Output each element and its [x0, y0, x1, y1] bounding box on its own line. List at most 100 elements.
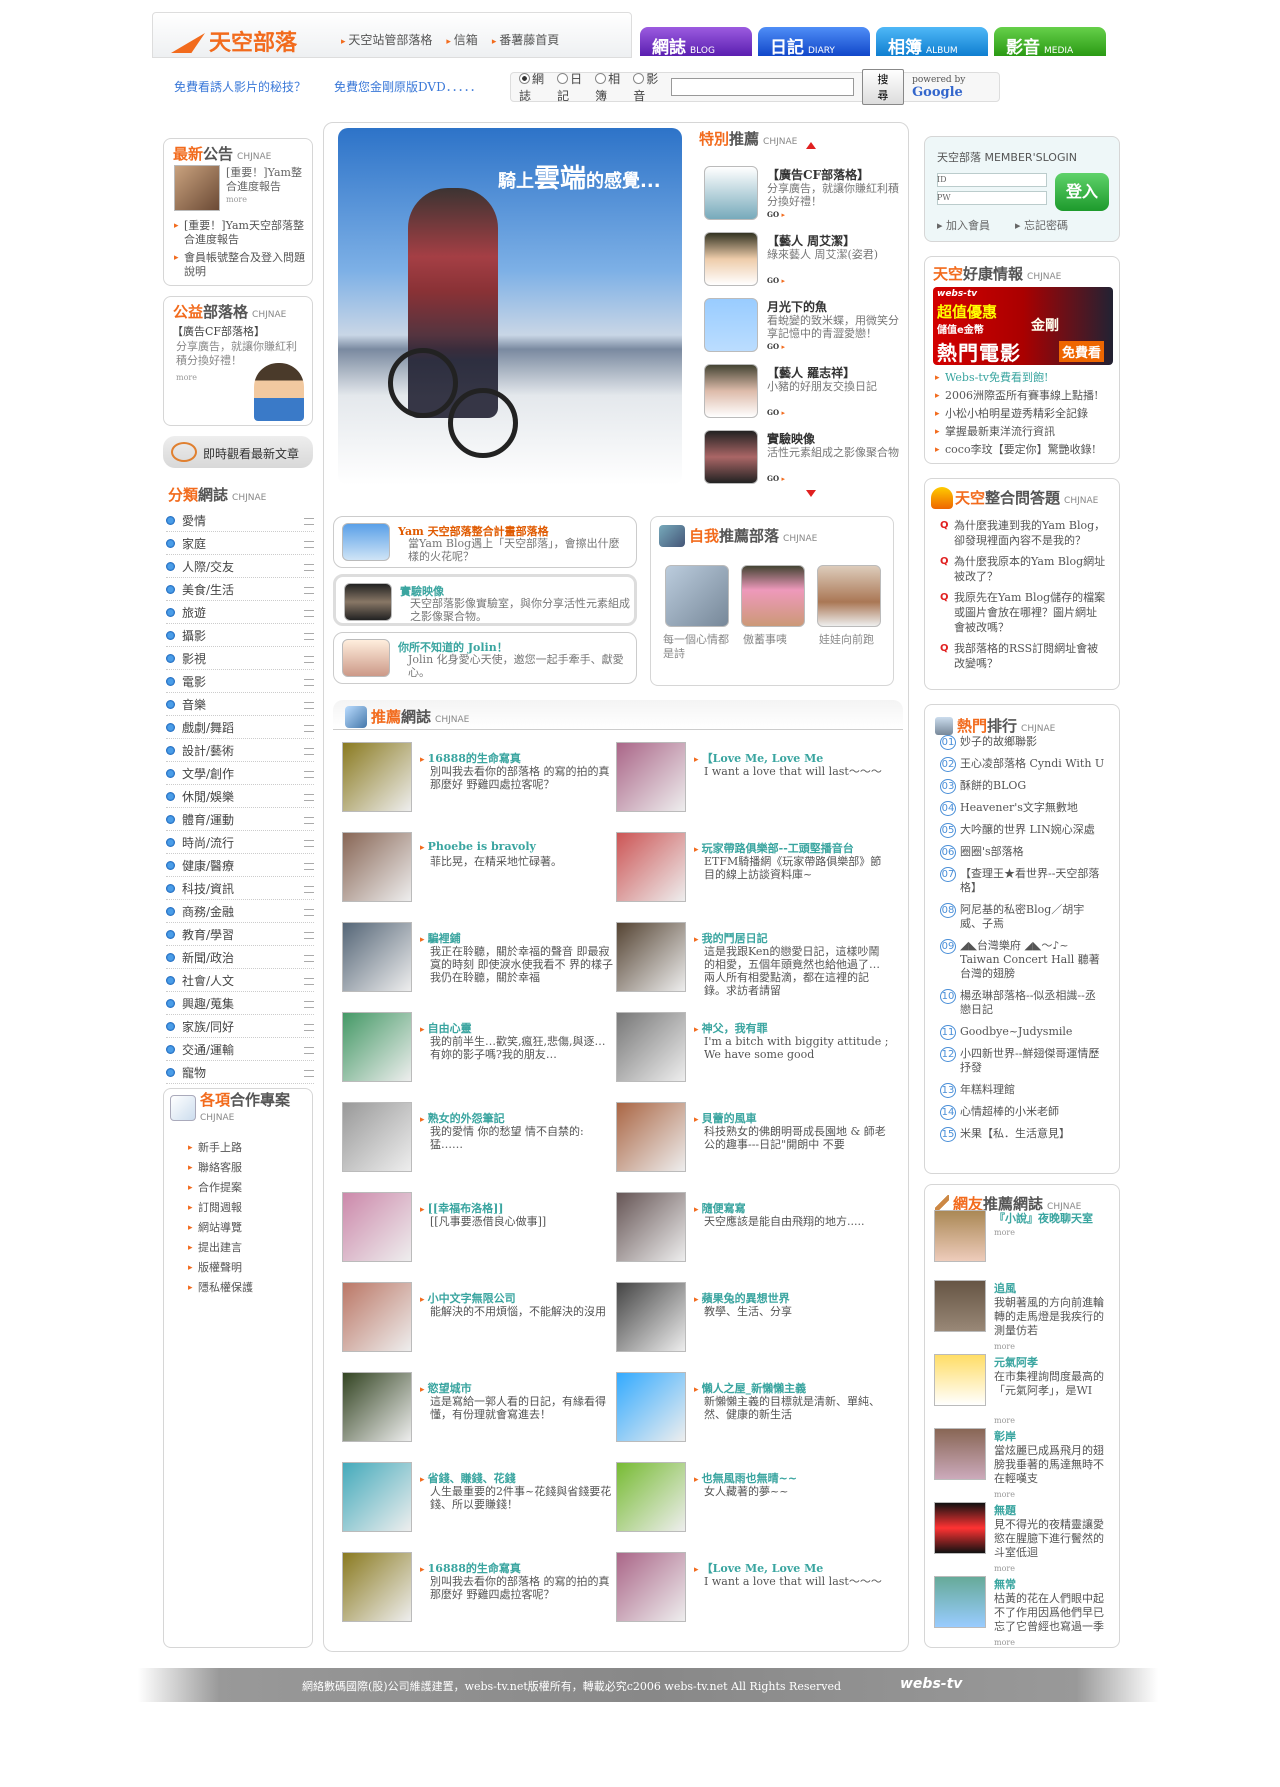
category-item[interactable]: 新聞/政治: [166, 949, 314, 969]
friend-thumb[interactable]: [934, 1210, 986, 1262]
hot-item[interactable]: 14 心情超棒的小米老師: [940, 1105, 1106, 1120]
join-link[interactable]: ▸ 加入會員: [937, 217, 990, 233]
category-item[interactable]: 科技/資訊: [166, 880, 314, 900]
recommend-thumb[interactable]: [342, 922, 412, 992]
hot-item-label[interactable]: 大吟醸的世界 LIN婉心深處: [960, 823, 1095, 836]
recommend-thumb[interactable]: [616, 922, 686, 992]
recommend-thumb[interactable]: [342, 742, 412, 812]
coop-item[interactable]: 合作提案: [188, 1181, 298, 1195]
recommend-title[interactable]: Phoebe is bravoly: [420, 840, 610, 853]
coop-item[interactable]: 訂閱週報: [188, 1201, 298, 1215]
recommend-title[interactable]: 16888的生命寫真: [420, 1560, 610, 1576]
news-item[interactable]: 會員帳號整合及登入問題說明: [174, 251, 306, 279]
coop-item[interactable]: 提出建言: [188, 1241, 298, 1255]
charity-more-link[interactable]: more: [176, 373, 197, 382]
special-go-link[interactable]: GO: [767, 408, 785, 417]
hot-item-label[interactable]: 阿尼基的私密Blog／胡宇威、子焉: [960, 903, 1084, 930]
category-item[interactable]: 文學/創作: [166, 765, 314, 785]
recommend-thumb[interactable]: [342, 1462, 412, 1532]
recommend-title[interactable]: 騙裡鋪: [420, 930, 610, 946]
deals-banner[interactable]: webs-tv 超值優惠 儲值e金幣 熱門電影 免費看 金剛: [933, 287, 1113, 365]
deal-item[interactable]: Webs-tv免費看到飽!: [935, 371, 1115, 385]
category-item[interactable]: 健康/醫療: [166, 857, 314, 877]
category-item[interactable]: 教育/學習: [166, 926, 314, 946]
hot-item[interactable]: 06 圈圈's部落格: [940, 845, 1106, 860]
faq-item[interactable]: 我部落格的RSS訂閱網址會被改變嗎？: [940, 641, 1106, 671]
hot-item[interactable]: 09 ◢◣台灣樂府 ◢◣～♪~ Taiwan Concert Hall 聽著台灣的…: [940, 939, 1106, 981]
faq-item[interactable]: 我原先在Yam Blog儲存的檔案或圖片會放在哪裡？圖片網址會被改嗎？: [940, 590, 1106, 635]
hot-item-label[interactable]: 楊丞琳部落格--似丞相識--丞戀日記: [960, 989, 1096, 1016]
friend-thumb[interactable]: [934, 1354, 986, 1406]
recommend-title[interactable]: 貝蕾的風車: [694, 1110, 884, 1126]
recommend-title[interactable]: 懶人之屋_新懶懶主義: [694, 1380, 884, 1396]
hot-item[interactable]: 01 妙子的故鄉聯影: [940, 735, 1106, 750]
special-thumb[interactable]: [704, 298, 758, 352]
site-logo[interactable]: 天空部落: [171, 25, 297, 57]
recommend-title[interactable]: 玩家帶路俱樂部--工頭堅播音台: [694, 840, 884, 856]
link-admin-blog[interactable]: 天空站管部落格: [341, 31, 432, 48]
radio-diary[interactable]: 日記: [557, 70, 587, 104]
special-thumb[interactable]: [704, 232, 758, 286]
category-item[interactable]: 體育/運動: [166, 811, 314, 831]
category-item[interactable]: 商務/金融: [166, 903, 314, 923]
hot-item[interactable]: 10 楊丞琳部落格--似丞相識--丞戀日記: [940, 989, 1106, 1017]
category-item[interactable]: 興趣/蒐集: [166, 995, 314, 1015]
hero-banner[interactable]: 騎上雲端的感覺...: [338, 128, 682, 485]
category-item[interactable]: 電影: [166, 673, 314, 693]
hot-item[interactable]: 13 年糕料理館: [940, 1083, 1106, 1098]
recommend-thumb[interactable]: [342, 1282, 412, 1352]
recommend-thumb[interactable]: [342, 1192, 412, 1262]
feature-card[interactable]: 實驗映像 天空部落影像實驗室，與你分享活性元素組成之影像聚合物。: [333, 574, 637, 626]
deal-item[interactable]: 2006洲際盃所有賽事線上點播!: [935, 389, 1115, 403]
category-item[interactable]: 家庭: [166, 535, 314, 555]
recommend-thumb[interactable]: [616, 1282, 686, 1352]
category-item[interactable]: 愛情: [166, 512, 314, 532]
feature-card[interactable]: Yam 天空部落整合計畫部落格 當Yam Blog遇上「天空部落」，會擦出什麼樣的…: [333, 516, 637, 568]
hot-item[interactable]: 03 酥餅的BLOG: [940, 779, 1106, 794]
special-title[interactable]: 月光下的魚: [767, 298, 903, 315]
recommend-thumb[interactable]: [616, 742, 686, 812]
hot-item[interactable]: 12 小四新世界--鮮翅傑哥運情歷抒發: [940, 1047, 1106, 1075]
category-item[interactable]: 攝影: [166, 627, 314, 647]
recommend-title[interactable]: 熟女的外怨筆記: [420, 1110, 610, 1126]
hot-item-label[interactable]: 妙子的故鄉聯影: [960, 735, 1037, 748]
recommend-thumb[interactable]: [616, 832, 686, 902]
hot-item[interactable]: 07 【查理王★看世界--天空部落格】: [940, 867, 1106, 895]
recommend-thumb[interactable]: [342, 832, 412, 902]
latest-articles-button[interactable]: 即時觀看最新文章: [163, 436, 313, 468]
recommend-thumb[interactable]: [342, 1012, 412, 1082]
category-item[interactable]: 交通/運輸: [166, 1041, 314, 1061]
special-thumb[interactable]: [704, 166, 758, 220]
recommend-thumb[interactable]: [616, 1552, 686, 1622]
faq-item[interactable]: 為什麼我原本的Yam Blog網址被改了？: [940, 554, 1106, 584]
deal-item[interactable]: coco李玟【要定你】驚艷收錄!: [935, 443, 1115, 457]
friend-name[interactable]: 追風: [994, 1280, 1114, 1296]
category-item[interactable]: 旅遊: [166, 604, 314, 624]
recommend-thumb[interactable]: [616, 1192, 686, 1262]
friend-thumb[interactable]: [934, 1280, 986, 1332]
recommend-title[interactable]: 蘋果兔的異想世界: [694, 1290, 884, 1306]
friend-name[interactable]: 無常: [994, 1576, 1114, 1592]
recommend-thumb[interactable]: [342, 1372, 412, 1442]
friend-more-link[interactable]: more: [994, 1228, 1015, 1237]
recommend-thumb[interactable]: [616, 1372, 686, 1442]
special-title[interactable]: 【廣告CF部落格】: [767, 166, 903, 183]
deal-item[interactable]: 掌握最新東洋流行資訊: [935, 425, 1115, 439]
special-go-link[interactable]: GO: [767, 276, 785, 285]
special-title[interactable]: 實驗映像: [767, 430, 903, 447]
hot-item-label[interactable]: 米果【私．生活意見】: [960, 1127, 1070, 1140]
friend-name[interactable]: 無題: [994, 1502, 1114, 1518]
recommend-thumb[interactable]: [616, 1012, 686, 1082]
forgot-password-link[interactable]: ▸ 忘記密碼: [1015, 217, 1068, 233]
friend-name[interactable]: 彰岸: [994, 1428, 1114, 1444]
friend-more-link[interactable]: more: [994, 1490, 1015, 1499]
special-go-link[interactable]: GO: [767, 210, 785, 219]
friend-more-link[interactable]: more: [994, 1416, 1015, 1425]
hot-item-label[interactable]: 小四新世界--鮮翅傑哥運情歷抒發: [960, 1047, 1099, 1074]
self-rec-thumb[interactable]: [741, 565, 805, 627]
friend-more-link[interactable]: more: [994, 1342, 1015, 1351]
friend-thumb[interactable]: [934, 1428, 986, 1480]
self-rec-label[interactable]: 娃娃向前跑: [819, 633, 885, 647]
recommend-thumb[interactable]: [342, 1102, 412, 1172]
recommend-title[interactable]: 慾望城市: [420, 1380, 610, 1396]
